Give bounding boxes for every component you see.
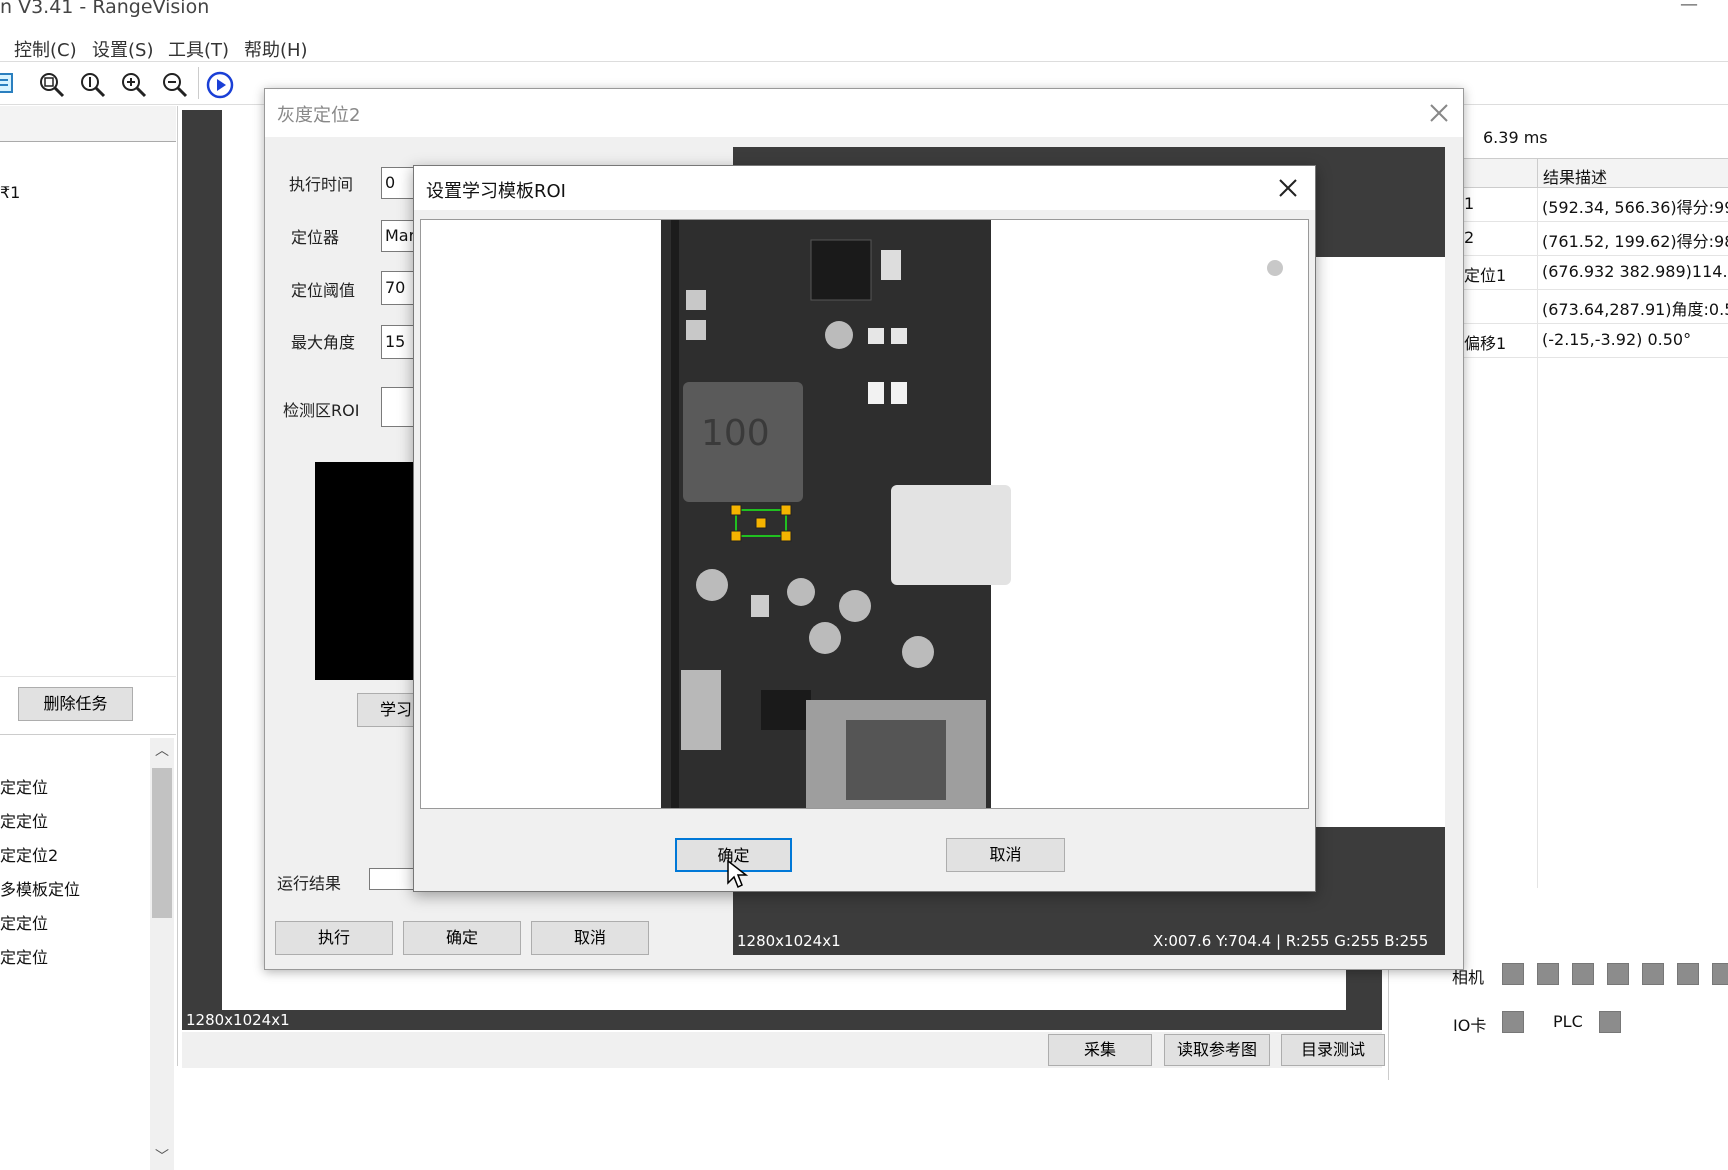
zoom-out-icon[interactable]	[161, 71, 189, 99]
roi-label: 检测区ROI	[283, 401, 360, 420]
exec-time-display: 6.39 ms	[1483, 128, 1548, 147]
toolbar-separator	[198, 67, 199, 99]
result-name: 2	[1464, 228, 1475, 247]
pixel-info: X:007.6 Y:704.4 | R:255 G:255 B:255	[1153, 932, 1429, 950]
menu-control[interactable]: 控制(C)	[14, 36, 77, 62]
result-desc: (676.932 382.989)114.7	[1542, 262, 1728, 281]
roi-dialog-titlebar: 设置学习模板ROI	[414, 166, 1315, 210]
result-name: 偏移1	[1464, 334, 1507, 353]
roi-cancel-button[interactable]: 取消	[946, 838, 1065, 872]
left-divider-2	[0, 734, 176, 735]
camera-indicator	[1677, 963, 1699, 985]
dialog-titlebar: 灰度定位2	[265, 89, 1463, 137]
camera-indicator	[1537, 963, 1559, 985]
result-name: 1	[1464, 194, 1475, 213]
menu-settings[interactable]: 设置(S)	[92, 36, 153, 62]
camera-indicator	[1642, 963, 1664, 985]
menu-tools[interactable]: 工具(T)	[168, 36, 229, 62]
tool-list-item[interactable]: 定定位	[0, 774, 48, 798]
tool-list-item[interactable]: 多模板定位	[0, 876, 80, 900]
read-reference-button[interactable]: 读取参考图	[1164, 1034, 1270, 1066]
result-desc: (673.64,287.91)角度:0.5	[1542, 300, 1728, 319]
cancel-button[interactable]: 取消	[531, 921, 649, 955]
left-panel: ₹1 删除任务 定定位 定定位 定定位2 多模板定位 定定位 定定位 ︿ ﹀	[0, 106, 178, 1170]
result-name: 定位1	[1464, 266, 1507, 285]
mouse-cursor-icon	[726, 859, 750, 889]
threshold-label: 定位阈值	[291, 281, 356, 300]
execute-button[interactable]: 执行	[275, 921, 393, 955]
pcb-image: 100	[661, 220, 1283, 808]
tool-list-item[interactable]: 定定位	[0, 910, 48, 934]
result-desc: (592.34, 566.36)得分:99	[1542, 198, 1728, 217]
vertical-scrollbar[interactable]: ︿ ﹀	[150, 738, 174, 1170]
zoom-fit-icon[interactable]	[38, 71, 66, 99]
locator-label: 定位器	[291, 228, 340, 247]
zoom-actual-icon[interactable]	[79, 71, 107, 99]
camera-indicator	[1572, 963, 1594, 985]
title-bar: n V3.41 - RangeVision —	[0, 0, 1728, 24]
minimize-button[interactable]: —	[1680, 0, 1698, 15]
left-divider	[0, 676, 176, 677]
result-desc: (-2.15,-3.92) 0.50°	[1542, 330, 1692, 349]
camera-indicator	[1712, 963, 1728, 985]
task-item[interactable]: ₹1	[0, 183, 20, 202]
scroll-up-icon[interactable]: ︿	[155, 740, 169, 760]
camera-indicator	[1502, 963, 1524, 985]
tool-list-item[interactable]: 定定位	[0, 808, 48, 832]
capture-button[interactable]: 采集	[1048, 1034, 1152, 1066]
plc-label: PLC	[1553, 1012, 1583, 1031]
result-description-header: 结果描述	[1543, 168, 1608, 187]
menu-help[interactable]: 帮助(H)	[244, 36, 308, 62]
tool-list-item[interactable]: 定定位2	[0, 842, 58, 866]
run-result-field	[369, 868, 419, 890]
window-title: n V3.41 - RangeVision	[0, 0, 210, 18]
tool-list-item[interactable]: 定定位	[0, 944, 48, 968]
main-image-info: 1280x1024x1	[186, 1011, 290, 1029]
directory-test-button[interactable]: 目录测试	[1281, 1034, 1385, 1066]
close-icon[interactable]	[1276, 176, 1300, 200]
run-icon[interactable]	[206, 71, 234, 99]
zoom-in-icon[interactable]	[120, 71, 148, 99]
dialog-image-info: 1280x1024x1	[737, 932, 841, 950]
io-card-indicator	[1502, 1011, 1524, 1033]
result-desc: (761.52, 199.62)得分:98	[1542, 232, 1728, 251]
confirm-button[interactable]: 确定	[403, 921, 521, 955]
roi-dialog-title: 设置学习模板ROI	[426, 181, 566, 202]
svg-text:100: 100	[701, 413, 770, 454]
io-card-label: IO卡	[1453, 1016, 1487, 1035]
plc-indicator	[1599, 1011, 1621, 1033]
run-result-label: 运行结果	[277, 874, 342, 893]
roi-image-canvas[interactable]: 100	[420, 219, 1309, 809]
exec-time-label: 执行时间	[289, 175, 354, 194]
scroll-down-icon[interactable]: ﹀	[155, 1146, 169, 1166]
close-icon[interactable]	[1427, 101, 1451, 125]
list-icon[interactable]	[0, 71, 20, 99]
scroll-thumb[interactable]	[152, 768, 172, 918]
delete-task-button[interactable]: 删除任务	[18, 687, 133, 721]
menu-bar: 控制(C) 设置(S) 工具(T) 帮助(H)	[0, 30, 1728, 62]
max-angle-label: 最大角度	[291, 333, 356, 352]
left-panel-header	[0, 106, 176, 142]
roi-dialog: 设置学习模板ROI 100 确定 取消	[413, 165, 1316, 892]
camera-indicator	[1607, 963, 1629, 985]
dialog-title: 灰度定位2	[277, 105, 361, 126]
template-preview	[315, 462, 415, 680]
